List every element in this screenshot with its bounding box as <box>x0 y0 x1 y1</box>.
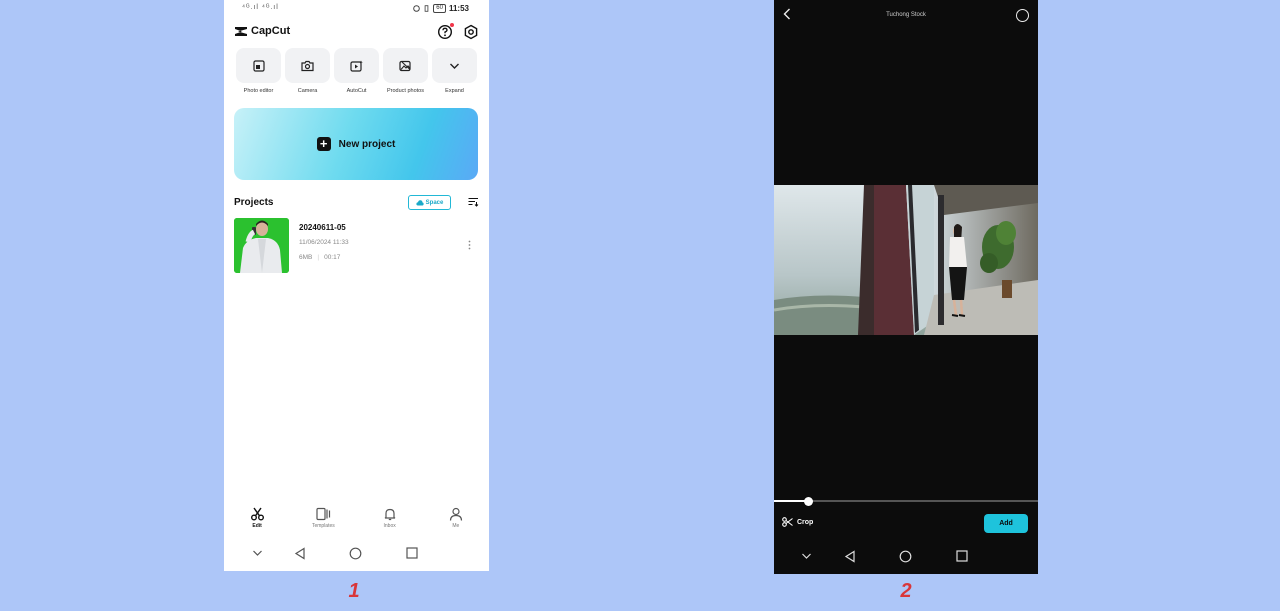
screen-caption-1: 1 <box>348 580 360 602</box>
back-triangle-icon[interactable] <box>844 550 856 563</box>
plus-icon: + <box>316 137 331 151</box>
project-name: 20240611-05 <box>299 223 346 232</box>
status-bar: ⁴ᴳ.ıl ⁴ᴳ.ıl 60 11:53 <box>224 0 489 18</box>
hide-keyboard-icon[interactable] <box>801 552 812 560</box>
scissors-icon <box>250 507 264 521</box>
projects-header: Projects Space <box>234 195 479 211</box>
space-button[interactable]: Space <box>408 195 451 210</box>
tool-camera[interactable]: Camera <box>285 48 330 94</box>
tool-product-photos[interactable]: Product photos <box>383 48 428 94</box>
app-name: CapCut <box>251 25 291 37</box>
product-photos-icon <box>399 60 411 71</box>
tool-autocut[interactable]: AutoCut <box>334 48 379 94</box>
person-thumbnail-image <box>234 218 289 273</box>
bell-icon <box>384 508 395 521</box>
projects-title: Projects <box>234 197 274 208</box>
project-size: 6MB <box>299 254 313 261</box>
tool-shortcuts: Photo editor Camera AutoCut Product phot… <box>236 48 477 94</box>
meta-divider: | <box>317 254 320 261</box>
recents-square-icon[interactable] <box>406 547 418 559</box>
templates-icon <box>316 507 330 521</box>
stock-preview-screen: Tuchong Stock Crop Add <box>774 0 1038 574</box>
system-navigation-bar <box>774 548 1038 570</box>
home-circle-icon[interactable] <box>349 547 362 560</box>
gear-icon <box>464 24 478 40</box>
photo-editor-icon <box>252 59 265 72</box>
crop-button[interactable]: Crop <box>782 517 813 527</box>
camera-icon <box>301 60 314 71</box>
autocut-icon <box>350 60 363 72</box>
capcut-logo: CapCut <box>234 25 290 37</box>
scissors-icon <box>782 517 793 527</box>
bottom-navigation: Edit Templates Inbox Me <box>224 507 489 539</box>
project-duration: 00:17 <box>324 254 341 261</box>
screen-caption-2: 2 <box>900 580 912 602</box>
nav-templates[interactable]: Templates <box>298 507 348 539</box>
more-options-icon[interactable] <box>468 240 471 250</box>
capcut-logo-icon <box>235 26 247 36</box>
project-date: 11/06/2024 11:33 <box>299 239 349 246</box>
crop-label: Crop <box>797 518 814 526</box>
nav-edit[interactable]: Edit <box>232 507 282 539</box>
preview-title: Tuchong Stock <box>886 12 926 18</box>
preview-top-bar: Tuchong Stock <box>774 0 1038 30</box>
chevron-down-icon <box>450 63 459 69</box>
new-project-label: New project <box>338 138 396 150</box>
project-thumbnail <box>234 218 289 273</box>
system-navigation-bar <box>224 545 489 567</box>
project-item[interactable]: 20240611-05 11/06/2024 11:33 6MB | 00:17 <box>234 218 479 273</box>
sort-icon[interactable] <box>468 197 479 207</box>
cloud-icon <box>416 200 424 206</box>
new-project-button[interactable]: + New project <box>234 108 478 180</box>
playback-progress-bar[interactable] <box>774 497 1038 506</box>
app-header: CapCut <box>234 23 479 42</box>
hide-keyboard-icon[interactable] <box>252 549 263 557</box>
person-icon <box>449 507 462 521</box>
capcut-home-screen: ⁴ᴳ.ıl ⁴ᴳ.ıl 60 11:53 CapCut Photo editor… <box>224 0 489 571</box>
notification-dot <box>450 23 454 27</box>
vibrate-icon <box>424 5 429 12</box>
battery-indicator: 60 <box>433 4 446 13</box>
status-time: 11:53 <box>448 4 469 13</box>
progress-handle[interactable] <box>804 497 814 506</box>
alarm-icon <box>413 5 421 12</box>
nav-inbox[interactable]: Inbox <box>365 507 415 539</box>
signal-indicator: ⁴ᴳ.ıl ⁴ᴳ.ıl <box>242 4 279 11</box>
stock-photo-preview <box>774 185 1038 335</box>
progress-fill <box>774 500 809 502</box>
nav-me[interactable]: Me <box>431 507 481 539</box>
tool-photo-editor[interactable]: Photo editor <box>236 48 281 94</box>
back-triangle-icon[interactable] <box>294 547 306 560</box>
help-button[interactable] <box>437 23 454 40</box>
home-circle-icon[interactable] <box>899 550 912 563</box>
select-checkbox[interactable] <box>1016 9 1029 22</box>
space-label: Space <box>425 199 444 206</box>
recents-square-icon[interactable] <box>956 550 968 562</box>
tool-expand[interactable]: Expand <box>432 48 477 94</box>
add-button[interactable]: Add <box>984 514 1028 533</box>
office-window-photo <box>774 185 1038 335</box>
settings-button[interactable] <box>463 24 479 40</box>
